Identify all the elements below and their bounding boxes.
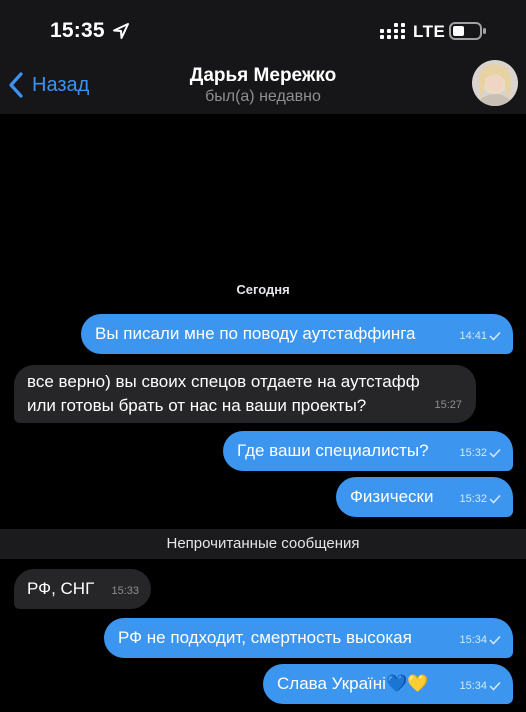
network-type: LTE — [413, 22, 446, 41]
message-meta: 15:32 — [459, 487, 501, 511]
message-text: РФ, СНГ — [27, 579, 95, 598]
message-meta: 15:32 — [459, 441, 501, 465]
message-time: 15:32 — [459, 447, 487, 459]
message-meta: 15:27 — [434, 393, 462, 417]
read-check-icon — [489, 681, 501, 691]
status-time: 15:35 — [50, 19, 105, 42]
message-meta: 15:33 — [111, 579, 139, 603]
unread-messages-divider: Непрочитанные сообщения — [0, 529, 526, 559]
message-text: все верно) вы своих спецов отдаете на ау… — [27, 372, 420, 415]
message-text: Где ваши специалисты? — [237, 441, 429, 460]
message-bubble-outgoing[interactable]: РФ не подходит, смертность высокая 15:34 — [104, 618, 513, 658]
read-check-icon — [489, 635, 501, 645]
message-text: РФ не подходит, смертность высокая — [118, 628, 412, 647]
message-time: 14:41 — [459, 330, 487, 342]
message-bubble-outgoing[interactable]: Вы писали мне по поводу аутстаффинга 14:… — [81, 314, 513, 354]
location-arrow-icon — [113, 23, 129, 39]
message-time: 15:33 — [111, 585, 139, 597]
battery-icon — [449, 22, 486, 40]
message-text: Слава Україні💙💛 — [277, 674, 429, 693]
avatar[interactable] — [472, 60, 518, 106]
read-check-icon — [489, 331, 501, 341]
message-time: 15:34 — [459, 680, 487, 692]
message-time: 15:27 — [434, 399, 462, 411]
contact-name[interactable]: Дарья Мережко — [0, 65, 526, 87]
message-meta: 15:34 — [459, 628, 501, 652]
message-bubble-outgoing[interactable]: Физически 15:32 — [336, 477, 513, 517]
chat-screen: 15:35 LTE Назад Дарья Мережко был(а) нед… — [0, 0, 526, 712]
message-bubble-incoming[interactable]: РФ, СНГ 15:33 — [14, 569, 151, 609]
message-meta: 15:34 — [459, 674, 501, 698]
message-meta: 14:41 — [459, 324, 501, 348]
message-time: 15:34 — [459, 634, 487, 646]
message-text: Физически — [350, 487, 434, 506]
date-separator: Сегодня — [236, 282, 290, 297]
status-bar: 15:35 LTE — [0, 0, 526, 60]
contact-status: был(а) недавно — [205, 88, 321, 105]
read-check-icon — [489, 494, 501, 504]
message-text: Вы писали мне по поводу аутстаффинга — [95, 324, 416, 343]
message-bubble-outgoing[interactable]: Слава Україні💙💛 15:34 — [263, 664, 513, 704]
chat-header: Назад Дарья Мережко был(а) недавно — [0, 60, 526, 114]
message-bubble-incoming[interactable]: все верно) вы своих спецов отдаете на ау… — [14, 365, 476, 423]
read-check-icon — [489, 448, 501, 458]
message-bubble-outgoing[interactable]: Где ваши специалисты? 15:32 — [223, 431, 513, 471]
signal-icon — [380, 23, 405, 39]
message-time: 15:32 — [459, 493, 487, 505]
